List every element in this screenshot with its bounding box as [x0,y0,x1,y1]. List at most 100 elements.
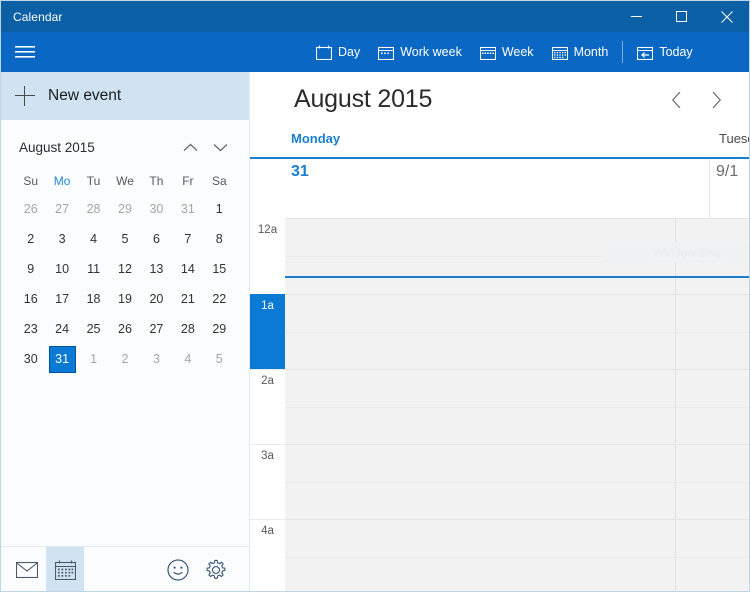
mini-calendar-day-number: 4 [90,231,98,246]
mini-calendar-day[interactable]: 19 [109,284,140,314]
time-slot-3a[interactable] [285,444,749,519]
mini-calendar-weekday-row: Su Mo Tu We Th Fr Sa [15,168,235,194]
view-tab-month[interactable]: Month [543,32,618,72]
mini-calendar-day[interactable]: 25 [78,314,109,344]
hour-label-3a[interactable]: 3a [250,444,285,519]
sidebar-utility-buttons [159,547,235,591]
day-header-monday[interactable]: Monday [291,131,340,146]
mini-calendar-day-number: 20 [149,291,164,306]
smiley-icon [167,558,189,581]
mini-calendar-day[interactable]: 23 [15,314,46,344]
mini-calendar-day-number: 5 [121,231,129,246]
mini-calendar-day[interactable]: 18 [78,284,109,314]
mini-calendar-day[interactable]: 30 [141,194,172,224]
mini-calendar-day[interactable]: 22 [204,284,235,314]
today-button[interactable]: Today [628,32,701,72]
mini-calendar-day[interactable]: 31 [172,194,203,224]
maximize-button[interactable] [659,1,704,32]
mini-calendar-day-number: 21 [180,291,195,306]
maximize-icon [676,11,687,22]
mini-calendar-day[interactable]: 24 [46,314,77,344]
time-slot-1a[interactable] [285,294,749,369]
mini-calendar-day[interactable]: 31 [46,344,77,374]
mini-calendar-day-number: 7 [184,231,192,246]
mail-app-button[interactable] [8,547,46,591]
mini-calendar-day[interactable]: 1 [204,194,235,224]
time-slot-2a[interactable] [285,369,749,444]
mini-calendar-day[interactable]: 4 [78,224,109,254]
mini-calendar-day[interactable]: 29 [204,314,235,344]
mini-calendar-day[interactable]: 1 [78,344,109,374]
mini-calendar-day[interactable]: 10 [46,254,77,284]
mini-calendar-day[interactable]: 8 [204,224,235,254]
chevron-right-icon [712,91,721,109]
mini-calendar-day[interactable]: 7 [172,224,203,254]
mini-calendar-day[interactable]: 28 [172,314,203,344]
mini-calendar-weekday-tu: Tu [86,174,101,188]
mini-calendar-day-number: 15 [212,261,227,276]
all-day-cell-tuesday[interactable]: 9/1 [710,159,749,219]
hour-label-1a[interactable]: 1a [250,294,285,369]
mini-calendar-day[interactable]: 5 [109,224,140,254]
all-day-cell-monday[interactable]: 31 [285,159,710,219]
mini-calendar-day[interactable]: 15 [204,254,235,284]
mini-calendar-day[interactable]: 2 [109,344,140,374]
close-button[interactable] [704,1,749,32]
mini-calendar-title: August 2015 [19,139,95,155]
mini-calendar-day[interactable]: 13 [141,254,172,284]
mini-calendar-day[interactable]: 29 [109,194,140,224]
date-number-tuesday: 9/1 [716,163,739,180]
time-slot-4a[interactable] [285,519,749,591]
mini-calendar-day[interactable]: 27 [141,314,172,344]
chevron-down-icon [213,143,227,151]
mini-calendar-day[interactable]: 21 [172,284,203,314]
view-tab-day-label: Day [338,45,361,59]
close-icon [720,10,733,23]
mini-calendar-day[interactable]: 17 [46,284,77,314]
mini-calendar-day[interactable]: 11 [78,254,109,284]
mini-calendar-day[interactable]: 14 [172,254,203,284]
mini-calendar-day[interactable]: 20 [141,284,172,314]
minimize-button[interactable] [614,1,659,32]
feedback-button[interactable] [159,547,197,591]
view-tab-work-week[interactable]: Work week [369,32,471,72]
hour-label-4a[interactable]: 4a [250,519,285,591]
mini-calendar-day[interactable]: 28 [78,194,109,224]
mini-calendar-day[interactable]: 26 [109,314,140,344]
mini-calendar-day-number: 9 [27,261,35,276]
mini-calendar-day-number: 31 [180,201,195,216]
mini-calendar-day-number: 6 [152,231,160,246]
mini-calendar-day[interactable]: 30 [15,344,46,374]
current-time-indicator [285,276,749,278]
mini-calendar-day[interactable]: 5 [204,344,235,374]
mini-calendar-day[interactable]: 6 [141,224,172,254]
mini-calendar-prev-button[interactable] [175,134,205,160]
mini-calendar-day[interactable]: 12 [109,254,140,284]
view-tab-day[interactable]: Day [307,32,369,72]
mini-calendar-day[interactable]: 3 [46,224,77,254]
new-event-button[interactable]: New event [1,72,249,120]
mini-calendar-day[interactable]: 4 [172,344,203,374]
calendar-app-button[interactable] [46,547,84,591]
page-title: August 2015 [294,85,433,113]
new-event-label: New event [48,87,122,104]
mini-calendar-day[interactable]: 26 [15,194,46,224]
hour-label-12a[interactable]: 12a [250,219,285,294]
chevron-left-icon [671,91,680,109]
next-day-button[interactable] [699,84,733,116]
mini-calendar-day[interactable]: 9 [15,254,46,284]
day-header-tuesday[interactable]: Tuesday [719,131,749,146]
hamburger-menu-button[interactable] [1,32,49,72]
mini-calendar-next-button[interactable] [205,134,235,160]
mini-calendar-day[interactable]: 2 [15,224,46,254]
settings-button[interactable] [197,547,235,591]
mini-calendar-day[interactable]: 27 [46,194,77,224]
previous-day-button[interactable] [659,84,693,116]
mini-calendar-day[interactable]: 16 [15,284,46,314]
day-column-divider [675,219,676,591]
mini-calendar-day-number: 29 [118,201,132,216]
hour-label-2a[interactable]: 2a [250,369,285,444]
mini-calendar-day[interactable]: 3 [141,344,172,374]
view-tab-week[interactable]: Week [471,32,543,72]
mini-calendar-day-number: 16 [23,291,38,306]
